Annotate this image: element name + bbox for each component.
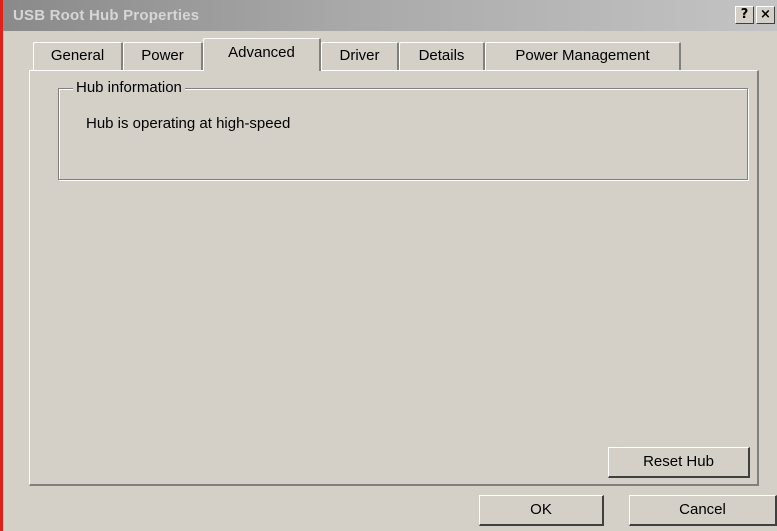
title-bar[interactable]: USB Root Hub Properties ? × bbox=[3, 0, 777, 31]
hub-status-text: Hub is operating at high-speed bbox=[86, 115, 291, 132]
tab-general[interactable]: General bbox=[33, 42, 123, 70]
tab-panel-advanced: Hub information Hub is operating at high… bbox=[29, 70, 759, 486]
ok-button[interactable]: OK bbox=[479, 495, 604, 526]
hub-information-group: Hub information Hub is operating at high… bbox=[58, 79, 748, 180]
tab-advanced[interactable]: Advanced bbox=[203, 38, 321, 71]
window-title: USB Root Hub Properties bbox=[13, 7, 200, 24]
cancel-button[interactable]: Cancel bbox=[629, 495, 777, 526]
properties-dialog: USB Root Hub Properties ? × General Powe… bbox=[0, 0, 777, 531]
tab-driver[interactable]: Driver bbox=[321, 42, 399, 70]
tab-power-management[interactable]: Power Management bbox=[485, 42, 681, 70]
reset-hub-button[interactable]: Reset Hub bbox=[608, 447, 750, 478]
tab-power[interactable]: Power bbox=[123, 42, 203, 70]
group-title: Hub information bbox=[73, 79, 185, 96]
close-button[interactable]: × bbox=[756, 6, 775, 24]
tab-details[interactable]: Details bbox=[399, 42, 485, 70]
help-button[interactable]: ? bbox=[735, 6, 754, 24]
